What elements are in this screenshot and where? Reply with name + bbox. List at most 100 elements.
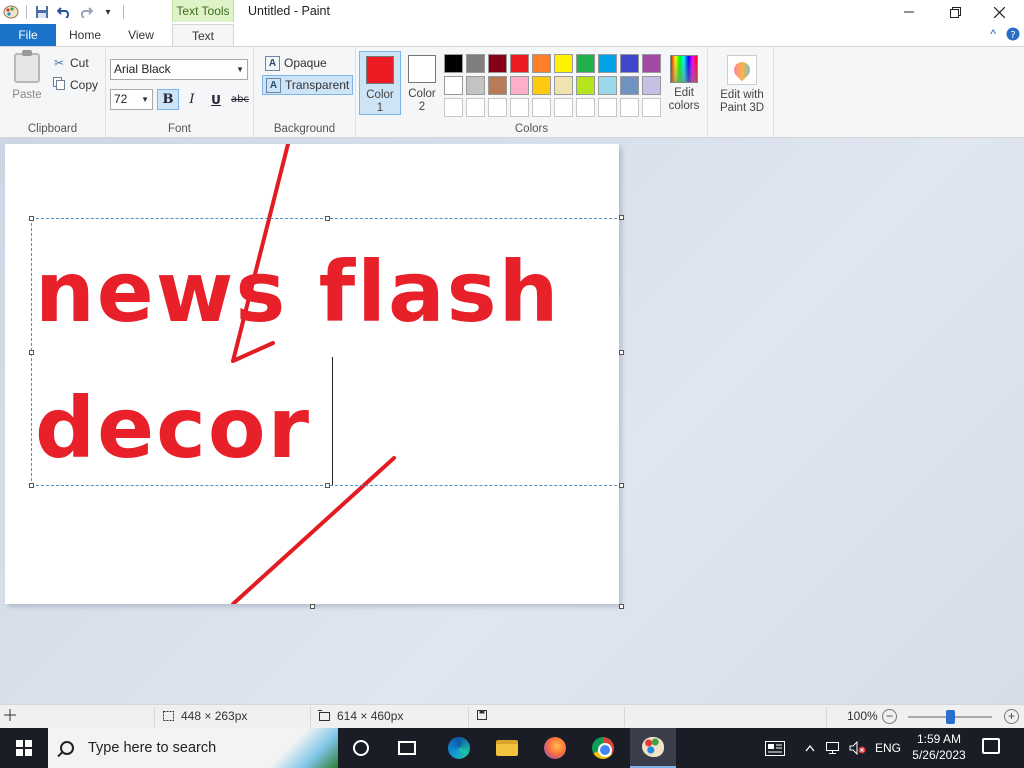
strikethrough-button[interactable]: abc	[229, 89, 251, 110]
bold-button[interactable]: B	[157, 89, 179, 110]
chrome-icon	[592, 737, 614, 759]
help-icon[interactable]: ?	[1006, 27, 1020, 44]
selection-handle-nw[interactable]	[29, 216, 34, 221]
palette-custom-slot[interactable]	[598, 98, 617, 117]
selection-handle-se[interactable]	[619, 483, 624, 488]
edit-with-paint3d-button[interactable]: Edit with Paint 3D	[714, 53, 770, 115]
taskbar-clock[interactable]: 1:59 AM 5/26/2023	[904, 731, 974, 763]
save-icon[interactable]	[31, 2, 53, 22]
palette-swatch[interactable]	[488, 76, 507, 95]
color2-button[interactable]: Color 2	[401, 51, 443, 115]
close-button[interactable]	[976, 0, 1022, 24]
clock-time: 1:59 AM	[916, 732, 962, 746]
palette-swatch[interactable]	[444, 76, 463, 95]
canvas-resize-handle-bottom[interactable]	[310, 604, 315, 609]
palette-custom-slot[interactable]	[642, 98, 661, 117]
task-view-button[interactable]	[384, 728, 430, 768]
palette-custom-slot[interactable]	[576, 98, 595, 117]
volume-button[interactable]	[846, 728, 870, 768]
zoom-in-button[interactable]: +	[1004, 709, 1019, 724]
palette-swatch[interactable]	[620, 76, 639, 95]
palette-swatch[interactable]	[554, 76, 573, 95]
palette-swatch[interactable]	[598, 54, 617, 73]
taskbar-paint[interactable]	[630, 728, 676, 768]
palette-swatch[interactable]	[444, 54, 463, 73]
transparent-button[interactable]: A Transparent	[262, 75, 354, 95]
show-hidden-icons-button[interactable]	[800, 728, 820, 768]
palette-custom-slot[interactable]	[488, 98, 507, 117]
paste-button[interactable]: Paste	[8, 50, 46, 105]
palette-swatch[interactable]	[576, 54, 595, 73]
canvas-workspace[interactable]: news flash decor	[0, 138, 1024, 704]
selection-handle-ne[interactable]	[619, 215, 624, 220]
font-size-dropdown[interactable]: 72 ▼	[110, 89, 153, 110]
palette-swatch[interactable]	[488, 54, 507, 73]
underline-button[interactable]: U	[205, 89, 227, 110]
tab-home[interactable]: Home	[60, 24, 110, 46]
selection-handle-w[interactable]	[29, 350, 34, 355]
language-indicator[interactable]: ENG	[872, 728, 904, 768]
palette-custom-slot[interactable]	[532, 98, 551, 117]
customize-qat-icon[interactable]: ▾	[97, 2, 119, 22]
palette-swatch[interactable]	[576, 76, 595, 95]
drawing-canvas[interactable]: news flash decor	[5, 144, 619, 604]
transparent-label: Transparent	[285, 78, 350, 92]
notification-center-icon[interactable]	[982, 738, 1000, 754]
color1-button[interactable]: Color 1	[359, 51, 401, 115]
opaque-button[interactable]: A Opaque	[262, 53, 330, 73]
cut-button[interactable]: ✂ Cut	[52, 53, 89, 73]
selection-size-value: 448 × 263px	[181, 709, 248, 723]
tab-text[interactable]: Text	[172, 24, 234, 47]
canvas-resize-handle-corner[interactable]	[619, 604, 624, 609]
edit-colors-button[interactable]: Edit colors	[666, 53, 702, 113]
palette-swatch[interactable]	[642, 54, 661, 73]
palette-swatch[interactable]	[620, 54, 639, 73]
font-family-value: Arial Black	[114, 62, 171, 76]
palette-custom-slot[interactable]	[466, 98, 485, 117]
collapse-ribbon-icon[interactable]: ^	[990, 27, 996, 44]
palette-swatch[interactable]	[466, 54, 485, 73]
selection-handle-s[interactable]	[325, 483, 330, 488]
taskbar-search-box[interactable]: Type here to search	[48, 728, 338, 768]
tab-view[interactable]: View	[116, 24, 166, 46]
palette-swatch[interactable]	[598, 76, 617, 95]
taskbar-firefox[interactable]	[532, 728, 578, 768]
clipboard-group: Paste ✂ Cut Copy Clipboard	[0, 47, 106, 137]
palette-custom-slot[interactable]	[620, 98, 639, 117]
zoom-slider-thumb[interactable]	[946, 710, 955, 724]
cursor-position	[4, 709, 16, 721]
start-button[interactable]	[0, 728, 48, 768]
taskbar-chrome[interactable]	[580, 728, 626, 768]
undo-icon[interactable]	[53, 2, 75, 22]
redo-icon[interactable]	[75, 2, 97, 22]
palette-swatch[interactable]	[466, 76, 485, 95]
task-view-icon	[398, 741, 416, 755]
palette-swatch[interactable]	[532, 76, 551, 95]
selection-handle-sw[interactable]	[29, 483, 34, 488]
network-button[interactable]	[822, 728, 846, 768]
news-widget-button[interactable]	[758, 728, 792, 768]
taskbar-edge[interactable]	[436, 728, 482, 768]
palette-swatch[interactable]	[532, 54, 551, 73]
selection-handle-e[interactable]	[619, 350, 624, 355]
paint-app-icon[interactable]	[0, 2, 22, 22]
italic-button[interactable]: I	[181, 89, 203, 110]
palette-custom-slot[interactable]	[510, 98, 529, 117]
selection-handle-n[interactable]	[325, 216, 330, 221]
palette-custom-slot[interactable]	[554, 98, 573, 117]
font-family-dropdown[interactable]: Arial Black ▼	[110, 59, 248, 80]
minimize-button[interactable]	[886, 0, 932, 24]
cortana-button[interactable]	[338, 728, 384, 768]
tab-file[interactable]: File	[0, 24, 56, 46]
restore-button[interactable]	[932, 0, 978, 24]
text-selection-box[interactable]	[31, 218, 619, 486]
palette-swatch[interactable]	[554, 54, 573, 73]
palette-custom-slot[interactable]	[444, 98, 463, 117]
palette-swatch[interactable]	[510, 54, 529, 73]
zoom-out-button[interactable]: −	[882, 709, 897, 724]
copy-button[interactable]: Copy	[52, 75, 98, 95]
color2-swatch	[408, 55, 436, 83]
palette-swatch[interactable]	[642, 76, 661, 95]
palette-swatch[interactable]	[510, 76, 529, 95]
taskbar-file-explorer[interactable]	[484, 728, 530, 768]
